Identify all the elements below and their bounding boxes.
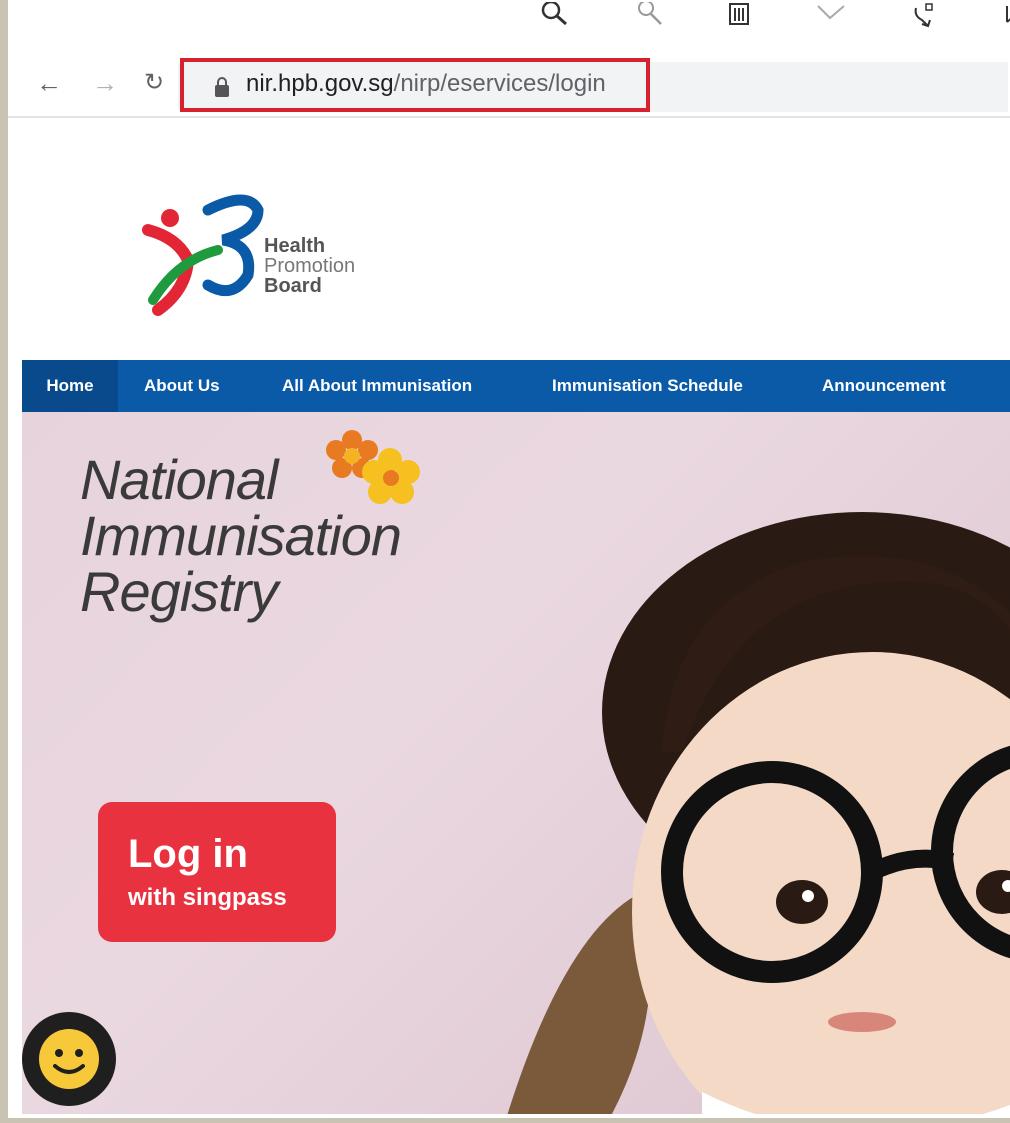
menu-item-announcement[interactable]: Announcement: [822, 360, 946, 412]
reload-icon[interactable]: ↻: [144, 68, 164, 98]
zoom-out-icon[interactable]: [633, 2, 663, 32]
singpass-login-button[interactable]: Log in with singpass: [98, 802, 336, 942]
login-sub-label: with singpass: [128, 884, 287, 911]
chat-bubble-button[interactable]: [22, 1012, 116, 1106]
menu-item-home[interactable]: Home: [22, 360, 118, 412]
forward-arrow-icon[interactable]: →: [92, 68, 118, 98]
menu-item-about-us[interactable]: About Us: [144, 360, 220, 412]
browser-window: ← → ↻ nir.hpb.gov.sg/nirp/eservices/logi…: [8, 0, 1010, 1118]
logo-text: Health Promotion Board: [264, 236, 355, 296]
share-icon[interactable]: [908, 2, 938, 32]
smiley-icon: [39, 1029, 99, 1089]
logo-line-board: Board: [264, 275, 322, 297]
menu-item-immunisation-schedule[interactable]: Immunisation Schedule: [552, 360, 743, 412]
url-highlight-box: [180, 58, 650, 112]
logo-line-health: Health: [264, 235, 326, 257]
main-menu: Home About Us All About Immunisation Imm…: [22, 360, 1010, 412]
favorite-icon[interactable]: [816, 2, 846, 32]
browser-toolbar: [8, 0, 1010, 40]
site-header: Health Promotion Board: [8, 118, 1010, 362]
flower-icon: [326, 430, 420, 504]
back-arrow-icon[interactable]: ←: [36, 68, 62, 98]
child-photo: [507, 512, 1010, 1114]
menu-item-all-about-immunisation[interactable]: All About Immunisation: [282, 360, 472, 412]
login-main-label: Log in: [128, 832, 248, 876]
hpb-logo-icon[interactable]: [138, 190, 278, 320]
reader-icon[interactable]: [726, 2, 756, 32]
open-icon[interactable]: [993, 2, 1010, 32]
hero-title-line-3: Registry: [80, 560, 278, 623]
browser-nav-row: ← → ↻ nir.hpb.gov.sg/nirp/eservices/logi…: [8, 56, 1010, 116]
hero-title-line-2: Immunisation: [80, 504, 402, 567]
hero-banner: National Immunisation Registry Log in wi…: [22, 412, 1010, 1114]
logo-line-promotion: Promotion: [264, 255, 356, 277]
zoom-in-icon[interactable]: [538, 2, 568, 32]
